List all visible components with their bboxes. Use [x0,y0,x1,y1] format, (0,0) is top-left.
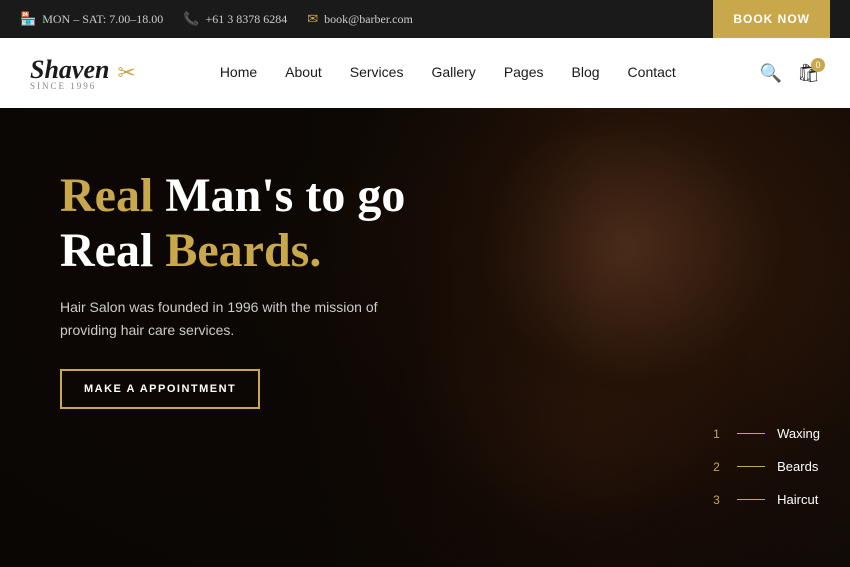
logo-brand: Shaven [30,55,109,84]
side-list-line-3 [737,499,765,500]
book-now-button[interactable]: BOOK NOW [713,0,830,38]
email-icon: ✉ [307,11,318,27]
nav-item-contact[interactable]: Contact [628,64,676,82]
nav-item-pages[interactable]: Pages [504,64,544,82]
hero-title-white2: Real [60,224,153,277]
side-list-label-1: Waxing [777,426,820,441]
nav-link-home[interactable]: Home [220,64,257,80]
hero-description: Hair Salon was founded in 1996 with the … [60,296,420,341]
nav-link-blog[interactable]: Blog [572,64,600,80]
hours-text: MON – SAT: 7.00–18.00 [42,12,163,27]
nav-link-about[interactable]: About [285,64,322,80]
hours-item: 🏪 MON – SAT: 7.00–18.00 [20,11,163,27]
appointment-button[interactable]: MAKE A APPOINTMENT [60,369,260,409]
hero-title: Real Man's to go Real Beards. [60,168,420,278]
logo-razor-icon: ✂ [117,60,135,86]
side-list-num-1: 1 [713,427,725,441]
hours-icon: 🏪 [20,11,36,27]
phone-item: 📞 +61 3 8378 6284 [183,11,287,27]
logo: Shaven SINCE 1996 ✂ [30,55,136,91]
email-item: ✉ book@barber.com [307,11,413,27]
search-button[interactable]: 🔍 [760,63,782,84]
cart-badge: 0 [811,58,825,72]
nav-link-gallery[interactable]: Gallery [431,64,475,80]
phone-text: +61 3 8378 6284 [205,12,287,27]
hero-section: Real Man's to go Real Beards. Hair Salon… [0,108,850,567]
side-list-line-1 [737,433,765,434]
navigation: Shaven SINCE 1996 ✂ Home About Services … [0,38,850,108]
side-list-item-2: 2 Beards [713,459,820,474]
top-bar-left: 🏪 MON – SAT: 7.00–18.00 📞 +61 3 8378 628… [20,11,413,27]
nav-link-pages[interactable]: Pages [504,64,544,80]
email-text: book@barber.com [324,12,413,27]
logo-text-group: Shaven SINCE 1996 [30,55,109,91]
hero-title-accent1: Real [60,169,153,222]
nav-item-services[interactable]: Services [350,64,404,82]
nav-link-contact[interactable]: Contact [628,64,676,80]
nav-item-blog[interactable]: Blog [572,64,600,82]
side-list-item-3: 3 Haircut [713,492,820,507]
nav-item-home[interactable]: Home [220,64,257,82]
nav-item-about[interactable]: About [285,64,322,82]
hero-title-accent2: Beards. [165,224,321,277]
side-list-num-3: 3 [713,493,725,507]
hero-title-white1: Man's to go [165,169,405,222]
hero-content: Real Man's to go Real Beards. Hair Salon… [60,168,420,409]
side-list-label-2: Beards [777,459,818,474]
side-list-label-3: Haircut [777,492,818,507]
nav-item-gallery[interactable]: Gallery [431,64,475,82]
hero-side-list: 1 Waxing 2 Beards 3 Haircut [713,426,820,507]
nav-icons: 🔍 🛍 0 [760,63,820,84]
phone-icon: 📞 [183,11,199,27]
side-list-num-2: 2 [713,460,725,474]
search-icon: 🔍 [760,63,782,83]
side-list-item-1: 1 Waxing [713,426,820,441]
side-list-line-2 [737,466,765,467]
cart-button[interactable]: 🛍 0 [797,63,820,84]
nav-links: Home About Services Gallery Pages Blog C… [220,64,676,82]
top-bar: 🏪 MON – SAT: 7.00–18.00 📞 +61 3 8378 628… [0,0,850,38]
nav-link-services[interactable]: Services [350,64,404,80]
